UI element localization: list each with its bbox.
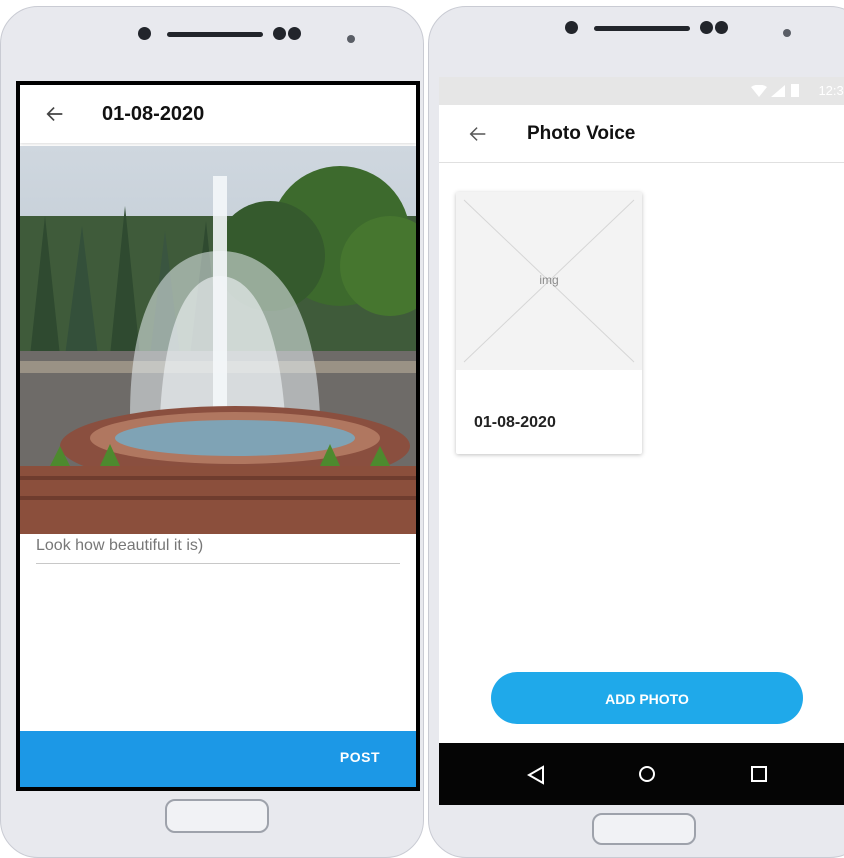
speaker-grille	[594, 26, 690, 31]
card-date: 01-08-2020	[474, 414, 556, 431]
screen-photo-detail: 01-08-2020 Look how beautiful it is) POS…	[16, 81, 420, 791]
phone-frame-left: 01-08-2020 Look how beautiful it is) POS…	[0, 6, 424, 858]
app-bar: Photo Voice	[439, 105, 844, 163]
back-triangle-icon[interactable]	[527, 765, 545, 785]
wifi-icon	[751, 85, 767, 97]
caption-input[interactable]: Look how beautiful it is)	[36, 537, 400, 564]
fountain-photo	[20, 146, 416, 534]
post-button[interactable]: POST	[340, 749, 380, 765]
proximity-sensor	[783, 29, 791, 37]
recents-square-icon[interactable]	[750, 765, 768, 783]
signal-icon	[771, 85, 785, 97]
speaker-grille	[167, 32, 263, 37]
image-placeholder-label: img	[539, 273, 559, 287]
proximity-sensor	[347, 35, 355, 43]
post-bar: POST	[20, 731, 416, 787]
sensor-dot	[273, 27, 286, 40]
arrow-left-icon[interactable]	[467, 123, 489, 145]
page-title: 01-08-2020	[102, 102, 205, 125]
photo-card[interactable]: img 01-08-2020	[456, 192, 642, 454]
sensor-dot	[700, 21, 713, 34]
page-title: Photo Voice	[527, 122, 636, 144]
battery-icon	[791, 84, 799, 97]
home-button[interactable]	[165, 799, 269, 833]
home-button[interactable]	[592, 813, 696, 845]
app-bar: 01-08-2020	[20, 85, 416, 143]
add-photo-button[interactable]: ADD PHOTO	[491, 672, 803, 724]
front-camera	[138, 27, 151, 40]
status-bar: 12:30	[439, 77, 844, 105]
arrow-left-icon[interactable]	[44, 103, 66, 125]
screen-photo-voice: 12:30 Photo Voice img 01-08-2020 ADD PHO…	[439, 77, 844, 805]
image-placeholder: img	[456, 192, 642, 370]
system-nav-bar	[439, 743, 844, 805]
sensor-dot	[715, 21, 728, 34]
phone-frame-right: 12:30 Photo Voice img 01-08-2020 ADD PHO…	[428, 6, 844, 858]
status-time: 12:30	[818, 83, 844, 98]
front-camera	[565, 21, 578, 34]
sensor-dot	[288, 27, 301, 40]
home-circle-icon[interactable]	[638, 765, 656, 783]
